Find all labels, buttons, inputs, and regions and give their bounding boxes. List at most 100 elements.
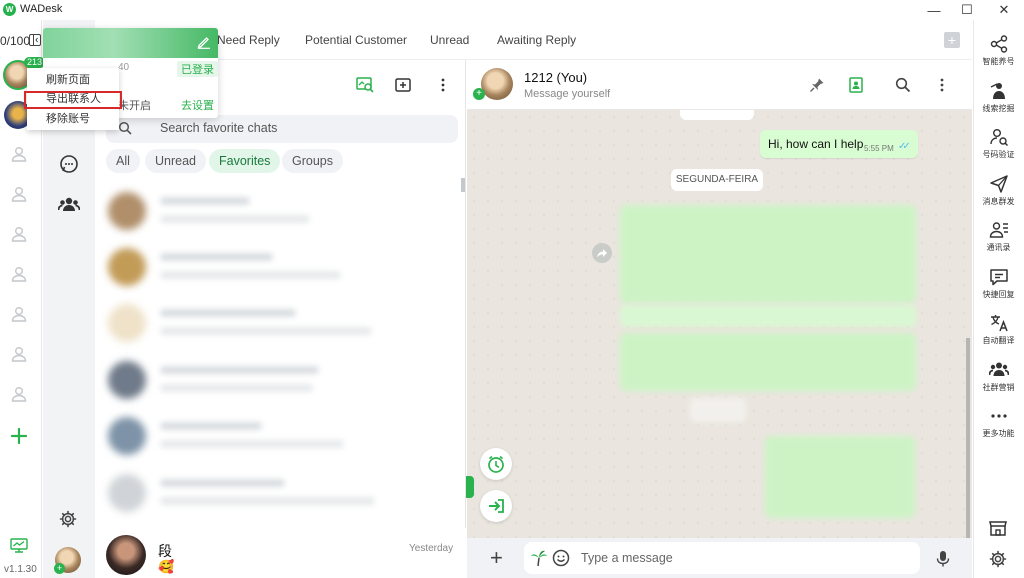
collapse-icon[interactable] bbox=[29, 34, 41, 46]
empty-account-slot-icon[interactable] bbox=[10, 305, 28, 323]
edit-icon[interactable] bbox=[197, 35, 211, 49]
empty-account-slot-icon[interactable] bbox=[10, 265, 28, 283]
login-icon[interactable] bbox=[480, 490, 512, 522]
tool-label[interactable]: 智能养号 bbox=[973, 56, 1024, 67]
menu-item-refresh[interactable]: 刷新页面 bbox=[27, 71, 119, 90]
account-id: 40 bbox=[118, 62, 130, 73]
list-menu-icon[interactable] bbox=[434, 77, 452, 93]
blurred-preview bbox=[160, 271, 341, 279]
empty-account-slot-icon[interactable] bbox=[10, 345, 28, 363]
last-message-time: Yesterday bbox=[409, 543, 454, 554]
contact-name: 段 bbox=[158, 543, 172, 559]
last-message-preview: 🥰 bbox=[158, 559, 175, 574]
pin-icon[interactable] bbox=[809, 77, 825, 93]
blurred-contact-name bbox=[160, 366, 319, 374]
blurred-contact-name bbox=[160, 479, 285, 487]
blurred-message bbox=[690, 398, 746, 422]
add-tab-button[interactable]: + bbox=[944, 32, 960, 48]
chat-list-item[interactable] bbox=[100, 352, 458, 408]
send-icon[interactable] bbox=[989, 174, 1009, 194]
chat-list-scrollbar[interactable] bbox=[461, 178, 465, 192]
contact-avatar bbox=[106, 535, 146, 575]
maximize-button[interactable]: ☐ bbox=[951, 0, 983, 20]
tool-label[interactable]: 更多功能 bbox=[973, 428, 1024, 439]
search-input[interactable] bbox=[106, 115, 458, 143]
contact-card-icon[interactable] bbox=[848, 77, 864, 93]
filter-all[interactable]: All bbox=[106, 149, 140, 173]
feature-status-text: 未开启 bbox=[118, 100, 151, 112]
conversation-scrollbar[interactable] bbox=[966, 338, 970, 538]
empty-account-slot-icon[interactable] bbox=[10, 145, 28, 163]
add-profile-icon[interactable]: + bbox=[54, 563, 65, 574]
title-bar bbox=[0, 0, 1024, 20]
search-icon bbox=[118, 121, 132, 135]
chat-list-item[interactable] bbox=[100, 183, 458, 239]
quick-reply-icon[interactable] bbox=[989, 267, 1009, 287]
groups-icon[interactable] bbox=[58, 195, 80, 213]
tool-label[interactable]: 快捷回复 bbox=[973, 289, 1024, 300]
empty-account-slot-icon[interactable] bbox=[10, 185, 28, 203]
go-settings-link[interactable]: 去设置 bbox=[181, 97, 214, 113]
unread-badge: 213 bbox=[24, 57, 46, 68]
filter-groups[interactable]: Groups bbox=[282, 149, 343, 173]
blurred-message bbox=[765, 436, 915, 518]
user-search-icon[interactable] bbox=[989, 127, 1009, 147]
conversation-menu-icon[interactable] bbox=[934, 77, 950, 93]
chat-list-item[interactable] bbox=[100, 465, 458, 521]
panel-collapse-handle[interactable] bbox=[466, 476, 474, 498]
tab-potential-customer[interactable]: Potential Customer bbox=[305, 33, 407, 47]
tool-label[interactable]: 线索挖掘 bbox=[973, 103, 1024, 114]
tool-label[interactable]: 自动翻译 bbox=[973, 335, 1024, 346]
tab-awaiting-reply[interactable]: Awaiting Reply bbox=[497, 33, 576, 47]
add-account-icon[interactable] bbox=[10, 427, 28, 445]
community-icon[interactable] bbox=[989, 360, 1009, 380]
microphone-icon[interactable] bbox=[936, 550, 950, 568]
share-nodes-icon[interactable] bbox=[989, 34, 1009, 54]
tool-label[interactable]: 通讯录 bbox=[973, 242, 1024, 253]
message-input-placeholder: Type a message bbox=[581, 551, 673, 565]
conversation-avatar[interactable] bbox=[481, 68, 513, 100]
tool-label[interactable]: 社群营销 bbox=[973, 382, 1024, 393]
contacts-icon[interactable] bbox=[989, 220, 1009, 240]
new-chat-icon[interactable] bbox=[394, 77, 412, 93]
chat-list-item[interactable] bbox=[100, 408, 458, 464]
close-button[interactable]: ✕ bbox=[988, 0, 1020, 20]
tab-need-reply[interactable]: Need Reply bbox=[217, 33, 280, 47]
tool-label[interactable]: 号码验证 bbox=[973, 149, 1024, 160]
settings-icon[interactable] bbox=[59, 510, 77, 528]
chat-list-item[interactable] bbox=[100, 239, 458, 295]
translate-icon[interactable] bbox=[989, 313, 1009, 333]
tool-label[interactable]: 消息群发 bbox=[973, 196, 1024, 207]
alarm-icon[interactable] bbox=[480, 448, 512, 480]
contact-avatar bbox=[108, 248, 146, 286]
read-ticks-icon: ✓✓ bbox=[898, 141, 911, 152]
empty-account-slot-icon[interactable] bbox=[10, 385, 28, 403]
forward-icon[interactable] bbox=[592, 243, 612, 263]
more-icon[interactable] bbox=[989, 406, 1009, 426]
quick-reply-palm-icon[interactable] bbox=[530, 549, 548, 567]
contact-avatar bbox=[108, 192, 146, 230]
filter-favorites[interactable]: Favorites bbox=[209, 149, 281, 173]
tab-unread[interactable]: Unread bbox=[430, 33, 469, 47]
login-status-badge: 已登录 bbox=[177, 61, 218, 77]
attach-button[interactable]: + bbox=[490, 547, 503, 569]
emoji-icon[interactable] bbox=[552, 549, 570, 567]
monitor-icon[interactable] bbox=[10, 538, 28, 554]
status-filter-icon[interactable] bbox=[356, 77, 374, 93]
chats-icon[interactable] bbox=[59, 154, 79, 174]
empty-account-slot-icon[interactable] bbox=[10, 225, 28, 243]
filter-unread[interactable]: Unread bbox=[145, 149, 206, 173]
menu-item-remove-account[interactable]: 移除账号 bbox=[27, 110, 119, 129]
conversation-title: 1212 (You) bbox=[524, 70, 588, 85]
tools-settings-icon[interactable] bbox=[989, 550, 1007, 568]
chat-list-item[interactable] bbox=[100, 295, 458, 351]
miner-icon[interactable] bbox=[989, 81, 1009, 101]
blurred-message bbox=[620, 333, 916, 391]
add-contact-icon[interactable]: + bbox=[473, 88, 485, 100]
blurred-message bbox=[620, 305, 916, 327]
store-icon[interactable] bbox=[988, 518, 1008, 538]
minimize-button[interactable]: — bbox=[918, 0, 950, 20]
blurred-preview bbox=[160, 440, 344, 448]
conversation-search-icon[interactable] bbox=[895, 77, 911, 93]
blurred-message bbox=[620, 205, 916, 303]
